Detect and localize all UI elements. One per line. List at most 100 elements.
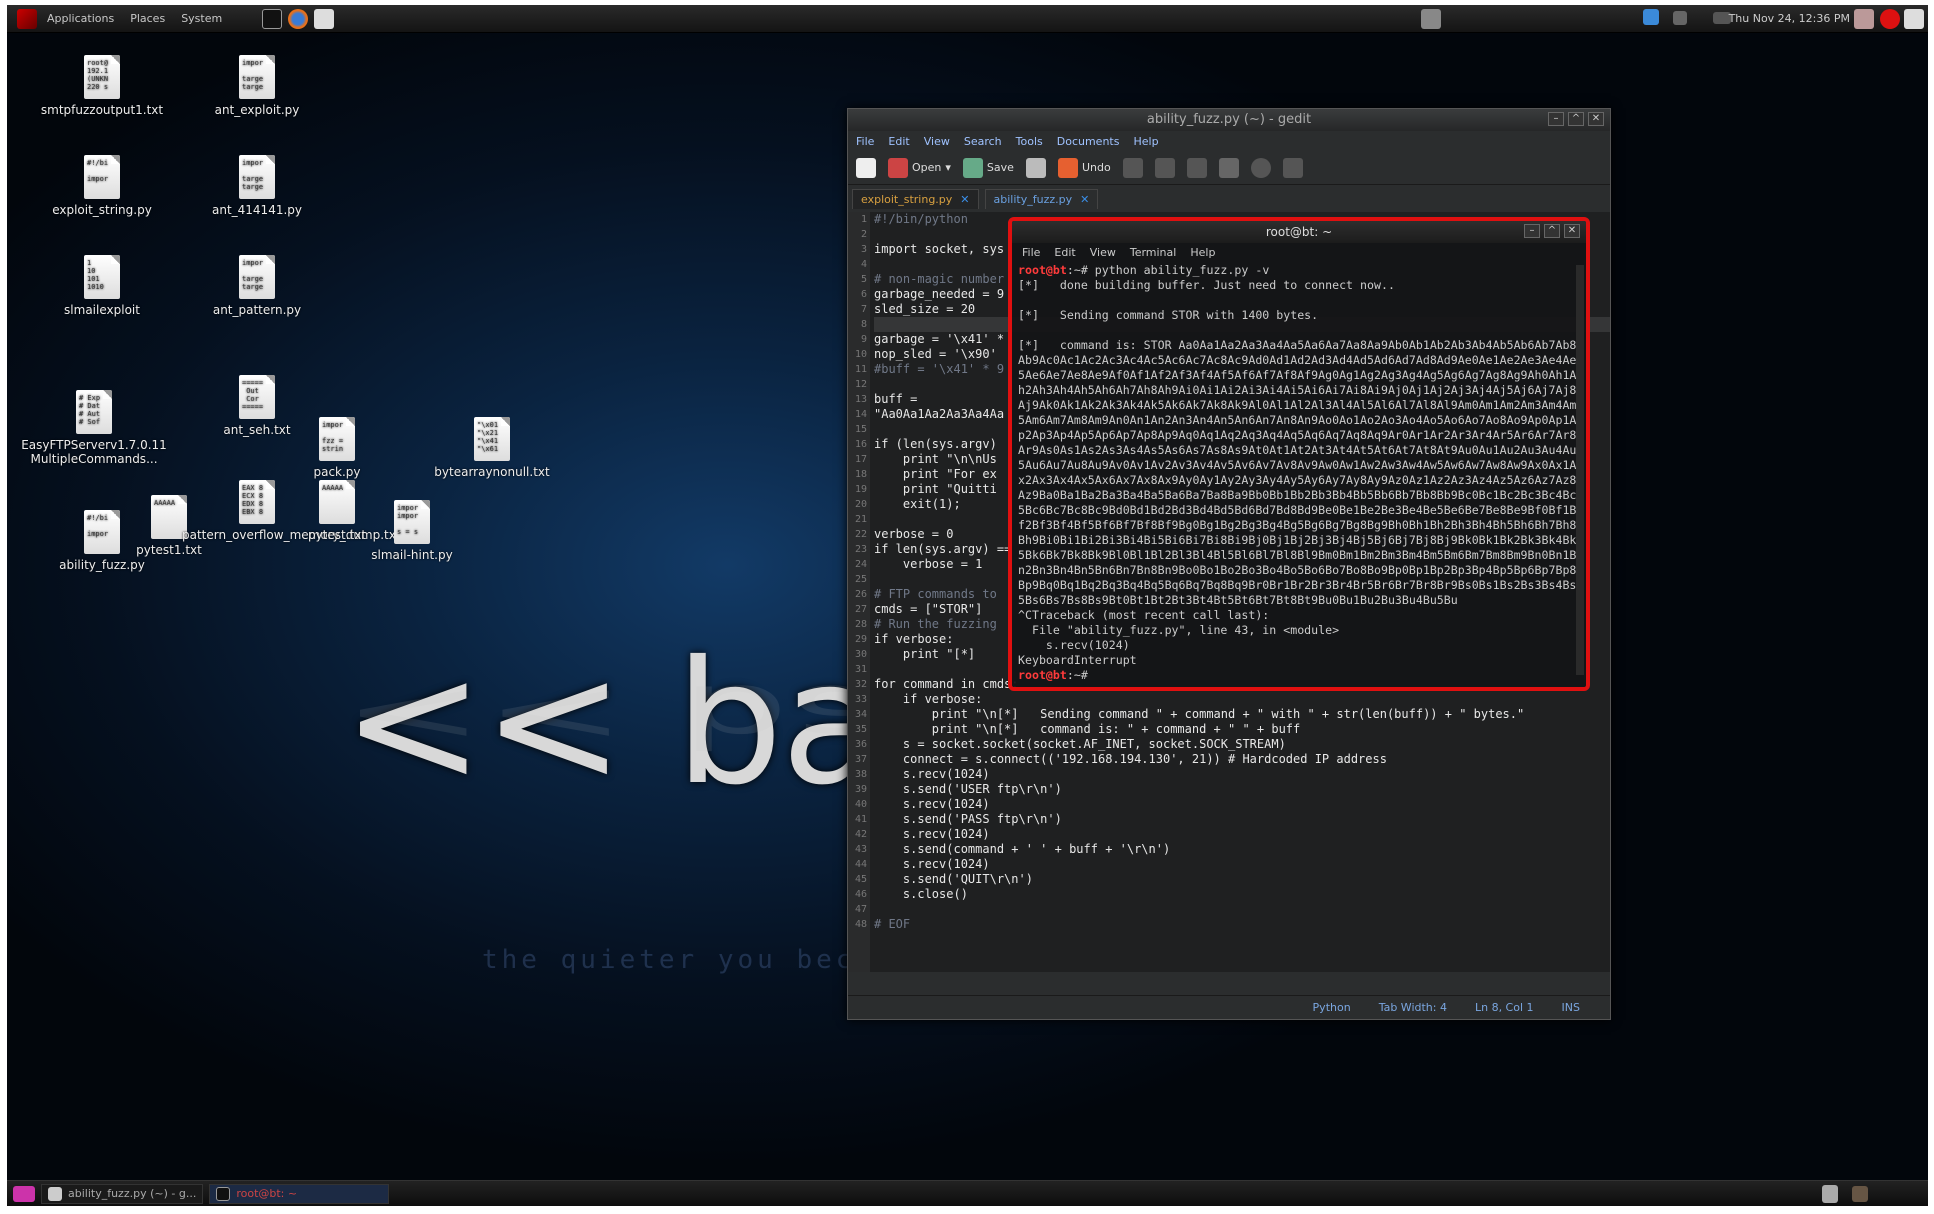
line-number: 25	[854, 574, 867, 585]
power-icon[interactable]	[1880, 9, 1900, 29]
line-number: 6	[860, 289, 867, 300]
new-document-icon	[856, 157, 876, 178]
menu-search[interactable]: Search	[964, 135, 1002, 148]
save-button[interactable]: Save	[962, 157, 1014, 178]
menu-documents[interactable]: Documents	[1057, 135, 1120, 148]
new-button[interactable]	[856, 157, 876, 178]
copy-button[interactable]	[1186, 157, 1207, 178]
clock[interactable]: Thu Nov 24, 12:36 PM	[1729, 12, 1850, 25]
window-title: ability_fuzz.py (~) - gedit	[1146, 112, 1312, 127]
text-editor-icon	[48, 1186, 62, 1201]
file-preview-icon: impor targe targe	[239, 155, 275, 199]
find-replace-icon	[1282, 157, 1303, 178]
maximize-icon[interactable]: ^	[1568, 112, 1584, 126]
menu-help[interactable]: Help	[1190, 246, 1215, 259]
close-tab-icon[interactable]: ✕	[960, 193, 969, 206]
cut-button[interactable]	[1154, 157, 1175, 178]
taskbar-item-gedit[interactable]: ability_fuzz.py (~) - g...	[41, 1183, 204, 1204]
menu-view[interactable]: View	[1090, 246, 1116, 259]
terminal-launcher-icon[interactable]	[262, 8, 283, 29]
desktop-file-icon[interactable]: impor fzz = strin pack.py	[262, 417, 412, 479]
terminal-titlebar[interactable]: root@bt: ~ – ^ ✕	[1012, 221, 1586, 243]
line-number: 14	[854, 409, 867, 420]
menu-places[interactable]: Places	[130, 12, 165, 25]
code-line: s.recv(1024)	[874, 767, 990, 781]
trash-icon[interactable]	[1822, 1185, 1838, 1203]
desktop-file-icon[interactable]: # Exp # Dat # Aut # Sof EasyFTPServerv1.7…	[19, 390, 169, 466]
desktop-file-icon[interactable]: 1 10 101 1010 slmailexploit	[27, 255, 177, 317]
file-label: smtpfuzzoutput1.txt	[40, 103, 164, 117]
close-icon[interactable]: ✕	[1564, 224, 1580, 238]
menu-edit[interactable]: Edit	[888, 135, 909, 148]
terminal-output[interactable]: root@bt:~# python ability_fuzz.py -v [*] …	[1012, 261, 1586, 685]
line-number: 32	[854, 679, 867, 690]
tab-exploit-string[interactable]: exploit_string.py ✕	[852, 189, 979, 209]
undo-icon	[1057, 157, 1078, 178]
line-number: 18	[854, 469, 867, 480]
menu-help[interactable]: Help	[1133, 135, 1158, 148]
desktop-file-icon[interactable]: #!/bi impor exploit_string.py	[27, 155, 177, 217]
undo-button[interactable]: Undo	[1057, 157, 1111, 178]
file-preview-icon: impor impor s = s	[394, 500, 430, 544]
text-editor-launcher-icon[interactable]	[314, 8, 335, 29]
code-line: s.send('QUIT\r\n')	[874, 872, 1033, 886]
terminal-line: n2Bn3Bn4Bn5Bn6Bn7Bn8Bn9Bo0Bo1Bo2Bo3Bo4Bo…	[1018, 563, 1577, 577]
terminal-line: Bp9Bq0Bq1Bq2Bq3Bq4Bq5Bq6Bq7Bq8Bq9Br0Br1B…	[1018, 578, 1577, 592]
file-preview-icon: ===== Out Cor =====	[239, 375, 275, 419]
taskbar-item-terminal[interactable]: root@bt: ~	[209, 1183, 390, 1204]
workspace-switcher-icon[interactable]	[1852, 1186, 1868, 1202]
print-button[interactable]	[1025, 157, 1046, 178]
terminal-line: 5Bs6Bs7Bs8Bs9Bt0Bt1Bt2Bt3Bt4Bt5Bt6Bt7Bt8…	[1018, 593, 1458, 607]
desktop-file-icon[interactable]: impor impor s = s slmail-hint.py	[337, 500, 487, 562]
document-tabs: exploit_string.py ✕ ability_fuzz.py ✕	[848, 185, 1610, 209]
desktop-file-icon[interactable]: root@ 192.1 (UNKN 220 s smtpfuzzoutput1.t…	[27, 55, 177, 117]
firefox-launcher-icon[interactable]	[288, 8, 309, 29]
maximize-icon[interactable]: ^	[1544, 224, 1560, 238]
close-icon[interactable]: ✕	[1588, 112, 1604, 126]
file-label: pytest1.txt	[136, 543, 202, 557]
minimize-icon[interactable]: –	[1524, 224, 1540, 238]
desktop-file-icon[interactable]: "\x01 "\x21 "\x41 "\x61 bytearraynonull.t…	[417, 417, 567, 479]
paste-button[interactable]	[1218, 157, 1239, 178]
code-line: # EOF	[874, 917, 911, 931]
language-selector[interactable]: Python	[1313, 1001, 1351, 1014]
tab-width-selector[interactable]: Tab Width: 4	[1379, 1001, 1447, 1014]
replace-button[interactable]	[1282, 157, 1303, 178]
network-status-icon[interactable]	[1421, 9, 1441, 29]
terminal-line: Aj9Ak0Ak1Ak2Ak3Ak4Ak5Ak6Ak7Ak8Ak9Al0Al1A…	[1018, 398, 1577, 412]
tab-label: ability_fuzz.py	[993, 193, 1073, 206]
desktop-file-icon[interactable]: impor targe targe ant_pattern.py	[182, 255, 332, 317]
menu-tools[interactable]: Tools	[1016, 135, 1043, 148]
terminal-menubar: File Edit View Terminal Help	[1012, 243, 1586, 261]
find-button[interactable]	[1250, 157, 1271, 178]
desktop-file-icon[interactable]: impor targe targe ant_exploit.py	[182, 55, 332, 117]
redo-button[interactable]	[1122, 157, 1143, 178]
open-button[interactable]: Open ▾	[888, 157, 951, 178]
insert-mode: INS	[1561, 1001, 1580, 1014]
menu-terminal[interactable]: Terminal	[1130, 246, 1177, 259]
backtrack-logo-icon[interactable]	[17, 8, 37, 29]
menu-applications[interactable]: Applications	[47, 12, 114, 25]
volume-icon[interactable]	[1673, 11, 1687, 25]
top-panel: Applications Places System Thu Nov 24, 1…	[7, 5, 1928, 33]
show-desktop-icon[interactable]	[13, 1185, 35, 1202]
desktop-file-icon[interactable]: impor targe targe ant_414141.py	[182, 155, 332, 217]
terminal-scrollbar[interactable]	[1576, 265, 1584, 675]
menu-view[interactable]: View	[924, 135, 950, 148]
terminal-line: Az9Ba0Ba1Ba2Ba3Ba4Ba5Ba6Ba7Ba8Ba9Bb0Bb1B…	[1018, 488, 1577, 502]
shell-command: :~# python ability_fuzz.py -v	[1066, 263, 1270, 277]
tab-ability-fuzz[interactable]: ability_fuzz.py ✕	[984, 189, 1099, 209]
task-label: root@bt: ~	[236, 1187, 298, 1200]
minimize-icon[interactable]: –	[1548, 112, 1564, 126]
menu-file[interactable]: File	[1022, 246, 1040, 259]
menu-file[interactable]: File	[856, 135, 874, 148]
gedit-titlebar[interactable]: ability_fuzz.py (~) - gedit – ^ ✕	[848, 109, 1610, 131]
user-icon[interactable]	[1854, 9, 1874, 29]
gedit-statusbar: Python Tab Width: 4 Ln 8, Col 1 INS	[848, 995, 1610, 1019]
menu-edit[interactable]: Edit	[1054, 246, 1075, 259]
close-tab-icon[interactable]: ✕	[1080, 193, 1089, 206]
corner-app-icon[interactable]	[1904, 9, 1924, 29]
dropbox-icon[interactable]	[1643, 9, 1659, 25]
terminal-line: h2Ah3Ah4Ah5Ah6Ah7Ah8Ah9Ai0Ai1Ai2Ai3Ai4Ai…	[1018, 383, 1577, 397]
menu-system[interactable]: System	[181, 12, 222, 25]
